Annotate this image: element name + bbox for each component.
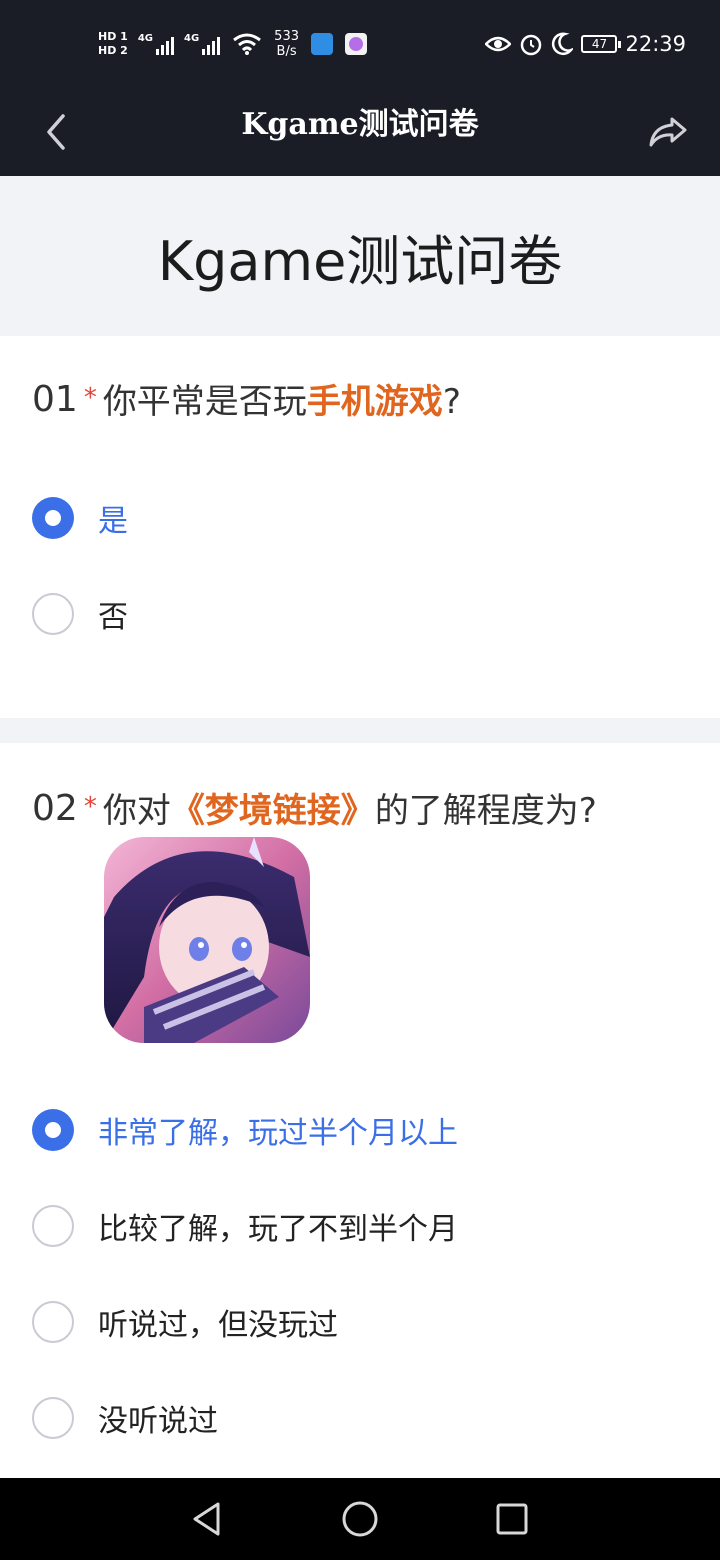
battery-icon: 47 [581, 35, 622, 53]
page-title: Kgame测试问卷 [157, 229, 563, 293]
q2-option-3[interactable]: 听说过，但没玩过 [32, 1298, 338, 1346]
question-text-before: 你对 [102, 791, 171, 831]
question-text-after: ? [442, 382, 461, 422]
required-mark: * [83, 383, 97, 413]
clock: 22:39 [625, 32, 686, 56]
title-bar: Kgame测试问卷 [0, 88, 720, 176]
game-icon-image [104, 837, 310, 1043]
circle-home-icon [342, 1501, 378, 1537]
speed-unit: B/s [276, 44, 297, 59]
radio-unselected[interactable] [32, 1397, 74, 1439]
question-highlight: 手机游戏 [306, 382, 443, 422]
option-label: 否 [98, 600, 128, 635]
anime-character-illustration [104, 837, 310, 1043]
radio-unselected[interactable] [32, 1301, 74, 1343]
question-highlight: 《梦境链接》 [170, 791, 375, 831]
hd1-label: HD 1 [98, 30, 128, 43]
q2-option-1[interactable]: 非常了解，玩过半个月以上 [32, 1106, 458, 1154]
question-number: 02 [32, 788, 78, 829]
app-notification-icon-2 [345, 33, 367, 55]
question-1: 01 * 你平常是否玩手机游戏? 是 否 [0, 336, 720, 718]
hd-indicator: HD 1 HD 2 [98, 31, 128, 57]
radio-selected[interactable] [32, 497, 74, 539]
q2-option-2[interactable]: 比较了解，玩了不到半个月 [32, 1202, 458, 1250]
app-notification-icon [311, 33, 333, 55]
speed-value: 533 [274, 29, 299, 44]
status-bar: HD 1 HD 2 4G 4G 533 B/s 47 22:39 [0, 0, 720, 88]
system-nav-bar [0, 1478, 720, 1560]
nav-back-button[interactable] [180, 1492, 234, 1546]
option-label: 听说过，但没玩过 [98, 1308, 338, 1343]
network-type-2: 4G [184, 33, 200, 44]
question-text-after: 的了解程度为? [374, 791, 597, 831]
nav-title: Kgame测试问卷 [241, 107, 479, 142]
question-number: 01 [32, 379, 78, 420]
q1-option-2[interactable]: 否 [32, 590, 128, 638]
nav-home-button[interactable] [333, 1492, 387, 1546]
question-1-header: 01 * 你平常是否玩手机游戏? [32, 378, 461, 426]
eye-icon [485, 36, 512, 52]
q1-option-1[interactable]: 是 [32, 494, 128, 542]
required-mark: * [83, 792, 97, 822]
radio-selected[interactable] [32, 1109, 74, 1151]
share-icon [649, 117, 687, 147]
hd2-label: HD 2 [98, 44, 128, 57]
battery-level: 47 [591, 37, 608, 51]
q2-option-4[interactable]: 没听说过 [32, 1394, 218, 1442]
question-2: 02 * 你对《梦境链接》的了解程度为? 非常了解，玩过半个月以上 比较了解，玩… [0, 743, 720, 1478]
question-text-before: 你平常是否玩 [102, 382, 307, 422]
status-right: 47 22:39 [485, 28, 686, 60]
alarm-icon [521, 34, 542, 56]
option-label: 非常了解，玩过半个月以上 [98, 1116, 458, 1151]
square-recents-icon [496, 1503, 528, 1535]
radio-unselected[interactable] [32, 593, 74, 635]
network-type-1: 4G [137, 33, 153, 44]
status-left: HD 1 HD 2 4G 4G 533 B/s [98, 20, 367, 68]
nav-recents-button[interactable] [485, 1492, 539, 1546]
option-label: 比较了解，玩了不到半个月 [98, 1212, 458, 1247]
question-text: 你对《梦境链接》的了解程度为? [103, 787, 597, 835]
question-text: 你平常是否玩手机游戏? [103, 378, 461, 426]
option-label: 没听说过 [98, 1404, 218, 1439]
share-button[interactable] [642, 106, 694, 158]
network-speed: 533 B/s [274, 29, 299, 59]
section-divider [0, 718, 720, 743]
wifi-icon [233, 33, 262, 55]
radio-unselected[interactable] [32, 1205, 74, 1247]
triangle-back-icon [193, 1502, 220, 1536]
signal-icon-1: 4G [138, 33, 174, 55]
survey-header: Kgame测试问卷 [0, 176, 720, 336]
question-2-header: 02 * 你对《梦境链接》的了解程度为? [32, 787, 597, 835]
moon-icon [552, 32, 574, 56]
option-label: 是 [98, 504, 128, 539]
signal-icon-2: 4G [184, 33, 221, 55]
